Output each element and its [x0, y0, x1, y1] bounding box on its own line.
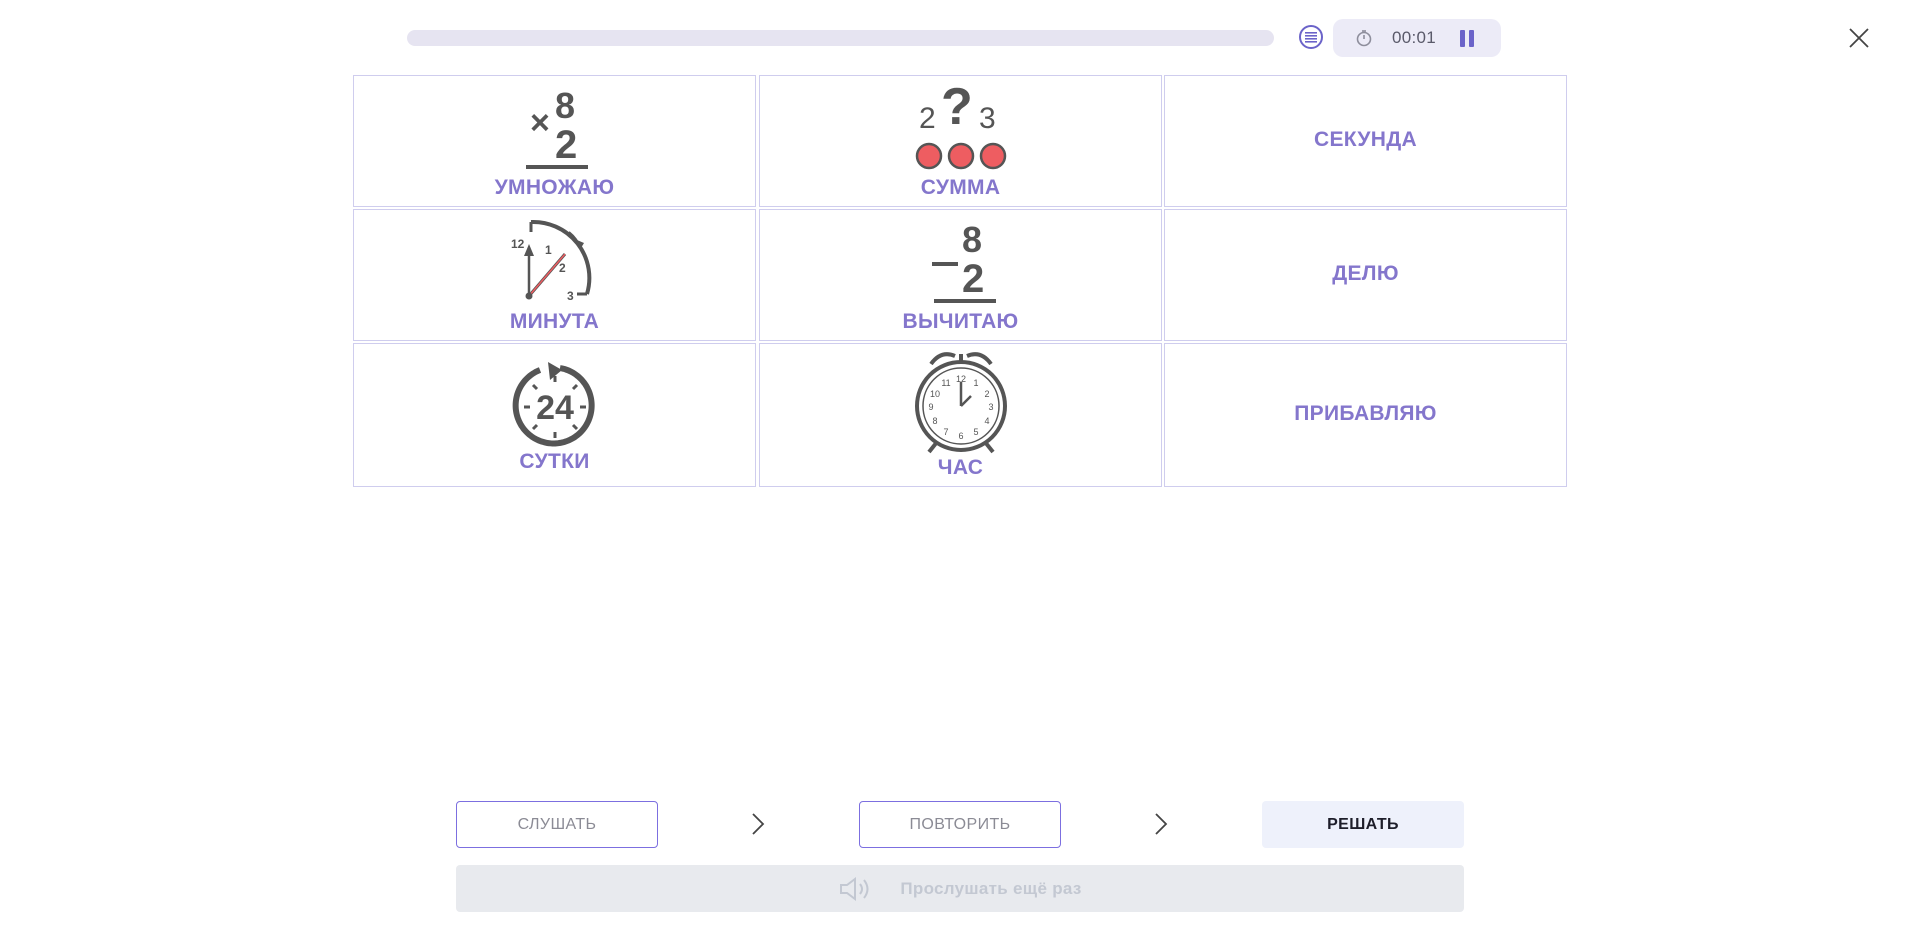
svg-text:7: 7	[943, 427, 948, 437]
svg-text:9: 9	[928, 402, 933, 412]
svg-text:12: 12	[511, 237, 525, 251]
card-multiply[interactable]: × 8 2 УМНОЖАЮ	[353, 75, 756, 207]
pause-icon[interactable]	[1459, 30, 1475, 47]
svg-text:1: 1	[545, 243, 552, 257]
svg-text:12: 12	[955, 374, 965, 384]
card-label: ЧАС	[937, 456, 984, 479]
subtract-picture: 8 2	[931, 222, 996, 303]
svg-text:8: 8	[555, 88, 575, 126]
card-subtract[interactable]: 8 2 ВЫЧИТАЮ	[759, 209, 1162, 341]
close-icon[interactable]	[1847, 26, 1871, 50]
sum-picture: 2 ? 3	[915, 86, 1006, 170]
card-label: СУТКИ	[519, 450, 590, 473]
timer: 00:01	[1333, 19, 1501, 57]
svg-text:1: 1	[973, 378, 978, 388]
card-label: УМНОЖАЮ	[494, 176, 615, 199]
svg-text:6: 6	[958, 431, 963, 441]
multiply-picture: × 8 2	[525, 88, 588, 169]
speaker-icon	[840, 876, 869, 901]
card-label: СУММА	[920, 176, 1001, 199]
list-icon	[1305, 32, 1317, 43]
card-label: ДЕЛЮ	[1332, 262, 1399, 285]
svg-text:×: ×	[530, 104, 550, 142]
alarm-clock-picture: 12 1 2 3 4 5 6 7 8 9 10 11	[914, 352, 1007, 454]
svg-text:3: 3	[988, 402, 993, 412]
chevron-right-icon	[752, 813, 765, 835]
svg-text:3: 3	[567, 289, 574, 303]
svg-text:2: 2	[555, 123, 577, 167]
card-label: ПРИБАВЛЯЮ	[1294, 402, 1437, 425]
card-second[interactable]: СЕКУНДА	[1164, 75, 1567, 207]
listen-button[interactable]: СЛУШАТЬ	[456, 801, 658, 848]
card-label: СЕКУНДА	[1314, 128, 1417, 151]
list-button[interactable]	[1299, 25, 1323, 49]
svg-text:?: ?	[941, 86, 973, 136]
card-sum[interactable]: 2 ? 3 СУММА	[759, 75, 1162, 207]
card-minute[interactable]: 12 1 2 3 МИНУТА	[353, 209, 756, 341]
listen-again-label: Прослушать ещё раз	[900, 878, 1082, 898]
svg-text:2: 2	[919, 102, 936, 135]
24-hours-picture: 24	[512, 362, 595, 447]
card-label: МИНУТА	[509, 310, 600, 333]
solve-button[interactable]: РЕШАТЬ	[1262, 801, 1464, 848]
repeat-button[interactable]: ПОВТОРИТЬ	[859, 801, 1061, 848]
svg-text:3: 3	[979, 102, 996, 135]
svg-text:10: 10	[929, 389, 939, 399]
svg-text:5: 5	[973, 427, 978, 437]
card-divide[interactable]: ДЕЛЮ	[1164, 209, 1567, 341]
stopwatch-icon	[1356, 30, 1372, 47]
svg-text:11: 11	[941, 378, 950, 388]
svg-text:2: 2	[962, 257, 984, 301]
svg-text:8: 8	[962, 222, 982, 260]
svg-text:24: 24	[536, 389, 574, 427]
card-day[interactable]: 24 СУТКИ	[353, 343, 756, 487]
svg-text:8: 8	[932, 416, 937, 426]
listen-again-button[interactable]: Прослушать ещё раз	[456, 865, 1464, 912]
timer-value: 00:01	[1392, 28, 1437, 47]
card-label: ВЫЧИТАЮ	[902, 310, 1019, 333]
card-add[interactable]: ПРИБАВЛЯЮ	[1164, 343, 1567, 487]
chevron-right-icon	[1155, 813, 1168, 835]
progress-bar	[407, 30, 1274, 46]
minute-clock-picture: 12 1 2 3	[511, 219, 591, 303]
svg-text:4: 4	[984, 416, 989, 426]
svg-text:2: 2	[559, 261, 566, 275]
card-hour[interactable]: 12 1 2 3 4 5 6 7 8 9 10 11 ЧАС	[759, 343, 1162, 487]
svg-text:2: 2	[984, 389, 989, 399]
